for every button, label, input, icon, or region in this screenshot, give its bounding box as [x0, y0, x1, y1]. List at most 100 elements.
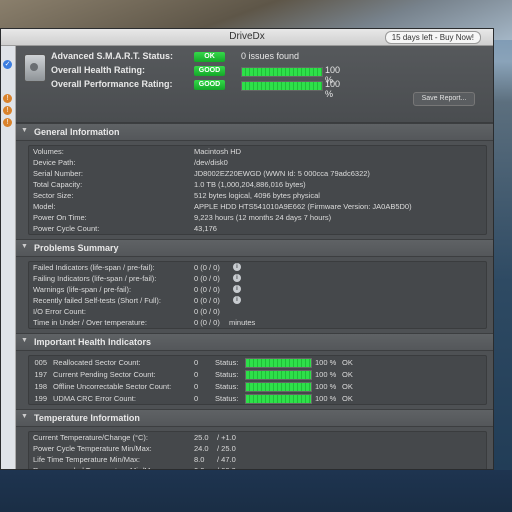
- main-content: Advanced S.M.A.R.T. Status: OK 0 issues …: [16, 46, 493, 469]
- title-bar[interactable]: DriveDx 15 days left - Buy Now!: [1, 29, 493, 46]
- smart-status-badge: OK: [194, 52, 225, 62]
- warning-icon[interactable]: !: [3, 118, 12, 127]
- attribute-id: 199: [34, 394, 47, 403]
- health-bar: [245, 358, 312, 368]
- health-percent: 100 %: [315, 382, 337, 391]
- info-row: Total Capacity: 1.0 TB (1,000,204,886,016…: [29, 179, 486, 190]
- desktop-wallpaper-sea: [0, 470, 512, 512]
- problems-summary-header[interactable]: ▼ Problems Summary: [16, 239, 493, 257]
- buy-now-button[interactable]: 15 days left - Buy Now!: [384, 31, 481, 44]
- temperature-value: 8.0: [194, 455, 205, 464]
- status-ok: OK: [342, 382, 353, 391]
- problem-units: minutes: [229, 318, 256, 327]
- status-label: Status:: [215, 382, 239, 391]
- temperature-row: Recommended Temperature Min/Max: 0.0 / 60.…: [29, 465, 486, 469]
- status-label: Status:: [215, 370, 239, 379]
- health-rating-label: Overall Health Rating:: [51, 65, 146, 75]
- disclosure-triangle-icon[interactable]: ▼: [21, 413, 28, 420]
- temperature-value-secondary: / 25.0: [217, 444, 236, 453]
- health-percent: 100 %: [315, 358, 337, 367]
- problem-value: 0 (0 / 0): [194, 318, 220, 327]
- problem-label: Warnings (life-span / pre-fail):: [33, 285, 132, 294]
- health-percent: 100 %: [315, 370, 337, 379]
- health-bar: [245, 394, 312, 404]
- sidebar: ✓ ! ! !: [1, 46, 16, 469]
- attribute-value: 0: [194, 394, 199, 403]
- info-value: 1.0 TB (1,000,204,886,016 bytes): [194, 180, 306, 189]
- health-indicator-row: 198 Offline Uncorrectable Sector Count: 0 S…: [29, 380, 486, 392]
- problems-summary-panel: Failed Indicators (life-span / pre-fail)…: [28, 261, 487, 329]
- info-row: Volumes: Macintosh HD: [29, 146, 486, 157]
- temperature-value: 24.0: [194, 444, 209, 453]
- info-icon[interactable]: i: [233, 285, 241, 293]
- problem-label: Time in Under / Over temperature:: [33, 318, 147, 327]
- general-information-header[interactable]: ▼ General Information: [16, 123, 493, 141]
- health-indicators-header[interactable]: ▼ Important Health Indicators: [16, 333, 493, 351]
- warning-icon[interactable]: !: [3, 94, 12, 103]
- health-indicator-row: 197 Current Pending Sector Count: 0 Status:…: [29, 368, 486, 380]
- info-label: Power Cycle Count:: [33, 224, 100, 233]
- temperature-value: 0.0: [194, 466, 204, 469]
- health-percent: 100 %: [315, 394, 337, 403]
- status-label: Status:: [215, 358, 239, 367]
- temperature-row: Life Time Temperature Min/Max: 8.0 / 47.0: [29, 454, 486, 465]
- info-label: Power On Time:: [33, 213, 87, 222]
- smart-status-value: 0 issues found: [241, 51, 300, 61]
- info-value: Macintosh HD: [194, 147, 242, 156]
- warning-icon[interactable]: !: [3, 106, 12, 115]
- info-label: Device Path:: [33, 158, 76, 167]
- attribute-value: 0: [194, 382, 199, 391]
- info-row: Model: APPLE HDD HTS541010A9E662 (Firmwar…: [29, 201, 486, 212]
- problem-row: Recently failed Self-tests (Short / Full…: [29, 295, 486, 306]
- temperature-value-secondary: / 47.0: [217, 455, 236, 464]
- temperature-label: Life Time Temperature Min/Max:: [33, 455, 140, 464]
- problem-label: Recently failed Self-tests (Short / Full…: [33, 296, 161, 305]
- health-rating-bar: [241, 67, 323, 77]
- status-ok: OK: [342, 358, 353, 367]
- checkmark-icon[interactable]: ✓: [3, 60, 12, 69]
- section-title: Important Health Indicators: [34, 337, 152, 347]
- performance-rating-label: Overall Performance Rating:: [51, 79, 173, 89]
- attribute-name: Current Pending Sector Count:: [53, 370, 156, 379]
- general-information-panel: Volumes: Macintosh HD Device Path: /dev/dis…: [28, 145, 487, 235]
- temperature-value-secondary: / +1.0: [217, 433, 236, 442]
- hard-drive-icon: [24, 54, 46, 82]
- section-title: Temperature Information: [34, 413, 140, 423]
- temperature-information-panel: Current Temperature/Change (°C): 25.0 / +1…: [28, 431, 487, 469]
- info-icon[interactable]: i: [233, 263, 241, 271]
- health-indicators-panel: 005 Reallocated Sector Count: 0 Status: 100 …: [28, 355, 487, 405]
- health-indicator-row: 199 UDMA CRC Error Count: 0 Status: 100 % OK: [29, 392, 486, 404]
- temperature-value: 25.0: [194, 433, 209, 442]
- health-bar: [245, 382, 312, 392]
- smart-status-label: Advanced S.M.A.R.T. Status:: [51, 51, 174, 61]
- problem-row: Warnings (life-span / pre-fail): 0 (0 / 0…: [29, 284, 486, 295]
- temperature-row: Current Temperature/Change (°C): 25.0 / +1…: [29, 432, 486, 443]
- status-ok: OK: [342, 370, 353, 379]
- problem-value: 0 (0 / 0): [194, 285, 220, 294]
- info-value: 43,176: [194, 224, 217, 233]
- temperature-information-header[interactable]: ▼ Temperature Information: [16, 409, 493, 427]
- attribute-name: Reallocated Sector Count:: [53, 358, 141, 367]
- status-ok: OK: [342, 394, 353, 403]
- performance-rating-badge: GOOD: [194, 80, 225, 90]
- problem-label: Failing Indicators (life-span / pre-fail…: [33, 274, 157, 283]
- section-title: Problems Summary: [34, 243, 119, 253]
- temperature-value-secondary: / 60.0: [217, 466, 236, 469]
- info-label: Serial Number:: [33, 169, 84, 178]
- save-report-button[interactable]: Save Report...: [413, 92, 475, 106]
- info-icon[interactable]: i: [233, 274, 241, 282]
- status-label: Status:: [215, 394, 239, 403]
- attribute-value: 0: [194, 370, 199, 379]
- problem-value: 0 (0 / 0): [194, 263, 220, 272]
- info-row: Power On Time: 9,223 hours (12 months 24 …: [29, 212, 486, 223]
- info-value: 512 bytes logical, 4096 bytes physical: [194, 191, 320, 200]
- problem-row: Failed Indicators (life-span / pre-fail)…: [29, 262, 486, 273]
- disclosure-triangle-icon[interactable]: ▼: [21, 337, 28, 344]
- disclosure-triangle-icon[interactable]: ▼: [21, 243, 28, 250]
- info-icon[interactable]: i: [233, 296, 241, 304]
- info-label: Volumes:: [33, 147, 64, 156]
- disclosure-triangle-icon[interactable]: ▼: [21, 127, 28, 134]
- info-value: APPLE HDD HTS541010A9E662 (Firmware Vers…: [194, 202, 412, 211]
- attribute-name: UDMA CRC Error Count:: [53, 394, 136, 403]
- health-rating-badge: GOOD: [194, 66, 225, 76]
